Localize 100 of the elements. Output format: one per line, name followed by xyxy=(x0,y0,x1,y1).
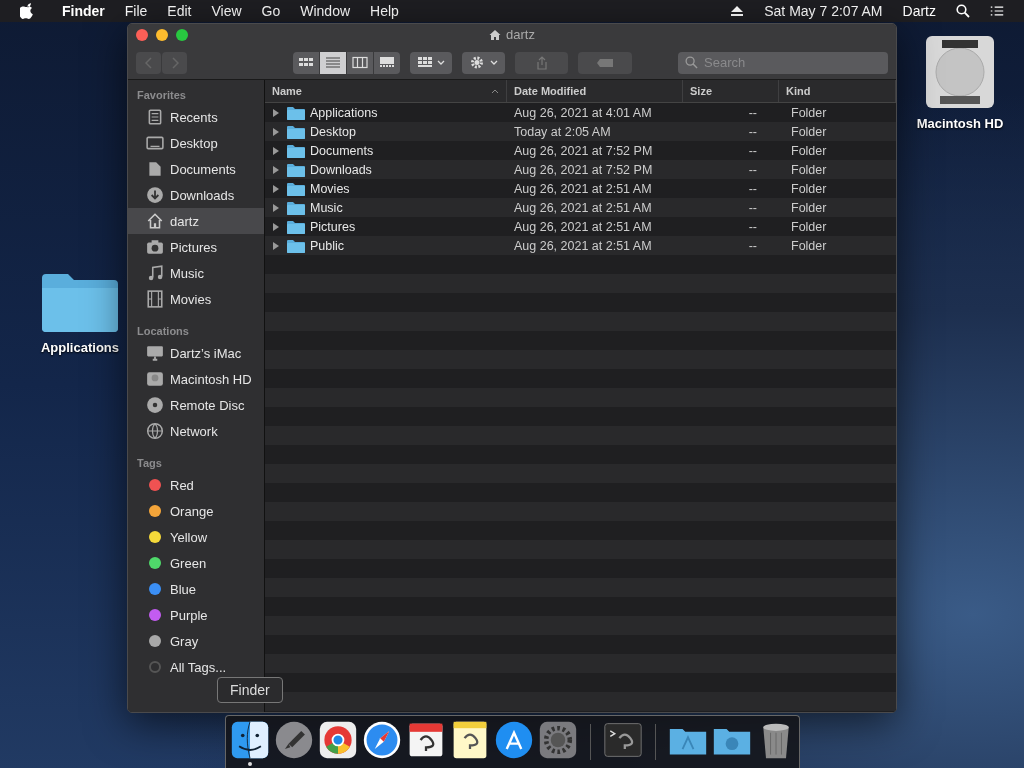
gallery-view-button[interactable] xyxy=(374,51,400,74)
letter-a-icon[interactable] xyxy=(493,720,534,760)
list-view-button[interactable] xyxy=(320,51,346,74)
kind-cell: Folder xyxy=(791,124,827,139)
zoom-button[interactable] xyxy=(176,29,188,41)
kind-cell: Folder xyxy=(791,200,827,215)
menu-item[interactable]: Edit xyxy=(157,3,202,19)
menu-item[interactable]: Help xyxy=(360,3,409,19)
download-icon xyxy=(146,186,164,204)
tags-icon xyxy=(149,661,161,673)
computer-icon xyxy=(146,344,164,362)
sidebar-heading: Favorites xyxy=(136,88,187,103)
disc-icon xyxy=(146,396,164,414)
user-name[interactable]: Dartz xyxy=(892,3,946,19)
disclosure-triangle-icon[interactable] xyxy=(272,145,280,156)
disclosure-triangle-icon[interactable] xyxy=(272,240,280,251)
table-row[interactable]: Desktop Today at 2:05 AM -- Folder xyxy=(265,122,896,141)
sidebar-item[interactable]: Purple xyxy=(128,602,264,628)
clock-text[interactable]: Sat May 7 2:07 AM xyxy=(754,3,893,19)
chevron-right-icon xyxy=(170,56,179,69)
menu-item[interactable]: Go xyxy=(251,3,291,19)
menu-item[interactable]: Finder xyxy=(52,3,115,19)
disclosure-triangle-icon[interactable] xyxy=(272,164,280,175)
minimize-button[interactable] xyxy=(156,29,168,41)
size-cell: -- xyxy=(748,143,757,158)
sidebar-item[interactable]: Downloads xyxy=(128,182,264,208)
browser-logo-icon[interactable] xyxy=(317,720,358,760)
sidebar-item[interactable]: Documents xyxy=(128,156,264,182)
sidebar-item[interactable]: Orange xyxy=(128,498,264,524)
menu-item[interactable]: File xyxy=(114,3,158,19)
group-button[interactable] xyxy=(410,51,453,74)
tag-button[interactable] xyxy=(578,51,632,74)
close-button[interactable] xyxy=(136,29,148,41)
columns-view-button[interactable] xyxy=(347,51,373,74)
sidebar-item[interactable]: Remote Disc xyxy=(128,392,264,418)
eject-icon[interactable] xyxy=(730,4,745,18)
action-button[interactable] xyxy=(462,51,505,74)
sidebar-item[interactable]: Recents xyxy=(128,104,264,130)
size-cell: -- xyxy=(748,181,757,196)
list-icon[interactable] xyxy=(990,4,1004,18)
menu-item[interactable]: View xyxy=(201,3,252,19)
table-row[interactable]: Pictures Aug 26, 2021 at 2:51 AM -- Folder xyxy=(265,217,896,236)
sidebar-item[interactable]: Red xyxy=(128,472,264,498)
gear-dropdown-icon xyxy=(469,56,498,69)
search-icon[interactable] xyxy=(956,4,970,18)
smiling-face-icon[interactable] xyxy=(229,720,270,760)
column-header[interactable]: Name xyxy=(265,80,507,102)
dock-tooltip: Finder xyxy=(217,677,283,703)
sidebar-item[interactable]: Blue xyxy=(128,576,264,602)
file-name: Movies xyxy=(310,181,350,196)
disclosure-triangle-icon[interactable] xyxy=(272,126,280,137)
sidebar-item[interactable]: All Tags... xyxy=(128,654,264,680)
date-modified-cell: Aug 26, 2021 at 2:51 AM xyxy=(514,200,652,215)
icons-view-button[interactable] xyxy=(293,51,319,74)
grid-dropdown-icon xyxy=(417,56,446,69)
column-header[interactable]: Kind xyxy=(779,80,896,102)
disclosure-triangle-icon[interactable] xyxy=(272,221,280,232)
file-name: Downloads xyxy=(310,162,372,177)
folder-icon xyxy=(287,181,305,196)
size-cell: -- xyxy=(748,219,757,234)
size-cell: -- xyxy=(748,124,757,139)
menu-item[interactable]: Window xyxy=(290,3,361,19)
terminal-icon[interactable] xyxy=(602,720,643,760)
disclosure-triangle-icon[interactable] xyxy=(272,107,280,118)
columns-view-icon xyxy=(352,56,368,69)
folder-icon xyxy=(287,200,305,215)
column-header[interactable]: Size xyxy=(683,80,779,102)
date-modified-cell: Aug 26, 2021 at 7:52 PM xyxy=(514,162,653,177)
date-modified-cell: Aug 26, 2021 at 4:01 AM xyxy=(514,105,652,120)
table-row[interactable]: Downloads Aug 26, 2021 at 7:52 PM -- Folder xyxy=(265,160,896,179)
sidebar-item[interactable]: dartz xyxy=(128,208,264,234)
sidebar-item[interactable]: Pictures xyxy=(128,234,264,260)
date-modified-cell: Aug 26, 2021 at 2:51 AM xyxy=(514,181,652,196)
sidebar-item[interactable]: Network xyxy=(128,418,264,444)
table-row[interactable]: Music Aug 26, 2021 at 2:51 AM -- Folder xyxy=(265,198,896,217)
file-name: Music xyxy=(310,200,343,215)
gear-icon[interactable] xyxy=(537,720,578,760)
sidebar-item[interactable]: Gray xyxy=(128,628,264,654)
folder-icon xyxy=(287,219,305,234)
sidebar-item[interactable]: Music xyxy=(128,260,264,286)
table-row[interactable]: Movies Aug 26, 2021 at 2:51 AM -- Folder xyxy=(265,179,896,198)
sidebar-item[interactable]: Yellow xyxy=(128,524,264,550)
sidebar-item[interactable]: Movies xyxy=(128,286,264,312)
desktop-icon-label[interactable]: Macintosh HD xyxy=(916,116,1004,131)
table-row[interactable]: Applications Aug 26, 2021 at 4:01 AM -- Folder xyxy=(265,103,896,122)
sidebar-item[interactable]: Desktop xyxy=(128,130,264,156)
column-header[interactable]: Date Modified xyxy=(507,80,683,102)
disclosure-triangle-icon[interactable] xyxy=(272,202,280,213)
sidebar-item[interactable]: Green xyxy=(128,550,264,576)
compass-icon[interactable] xyxy=(361,720,402,760)
desktop-icon-label[interactable]: Applications xyxy=(41,340,119,355)
table-row[interactable]: Documents Aug 26, 2021 at 7:52 PM -- Folder xyxy=(265,141,896,160)
kind-cell: Folder xyxy=(791,143,827,158)
apple-logo-icon[interactable] xyxy=(20,3,34,19)
folder-icon xyxy=(287,143,305,158)
sidebar-item[interactable]: Macintosh HD xyxy=(128,366,264,392)
sidebar-heading: Locations xyxy=(136,324,190,339)
sidebar-item[interactable]: Dartz’s iMac xyxy=(128,340,264,366)
table-row[interactable]: Public Aug 26, 2021 at 2:51 AM -- Folder xyxy=(265,236,896,255)
disclosure-triangle-icon[interactable] xyxy=(272,183,280,194)
